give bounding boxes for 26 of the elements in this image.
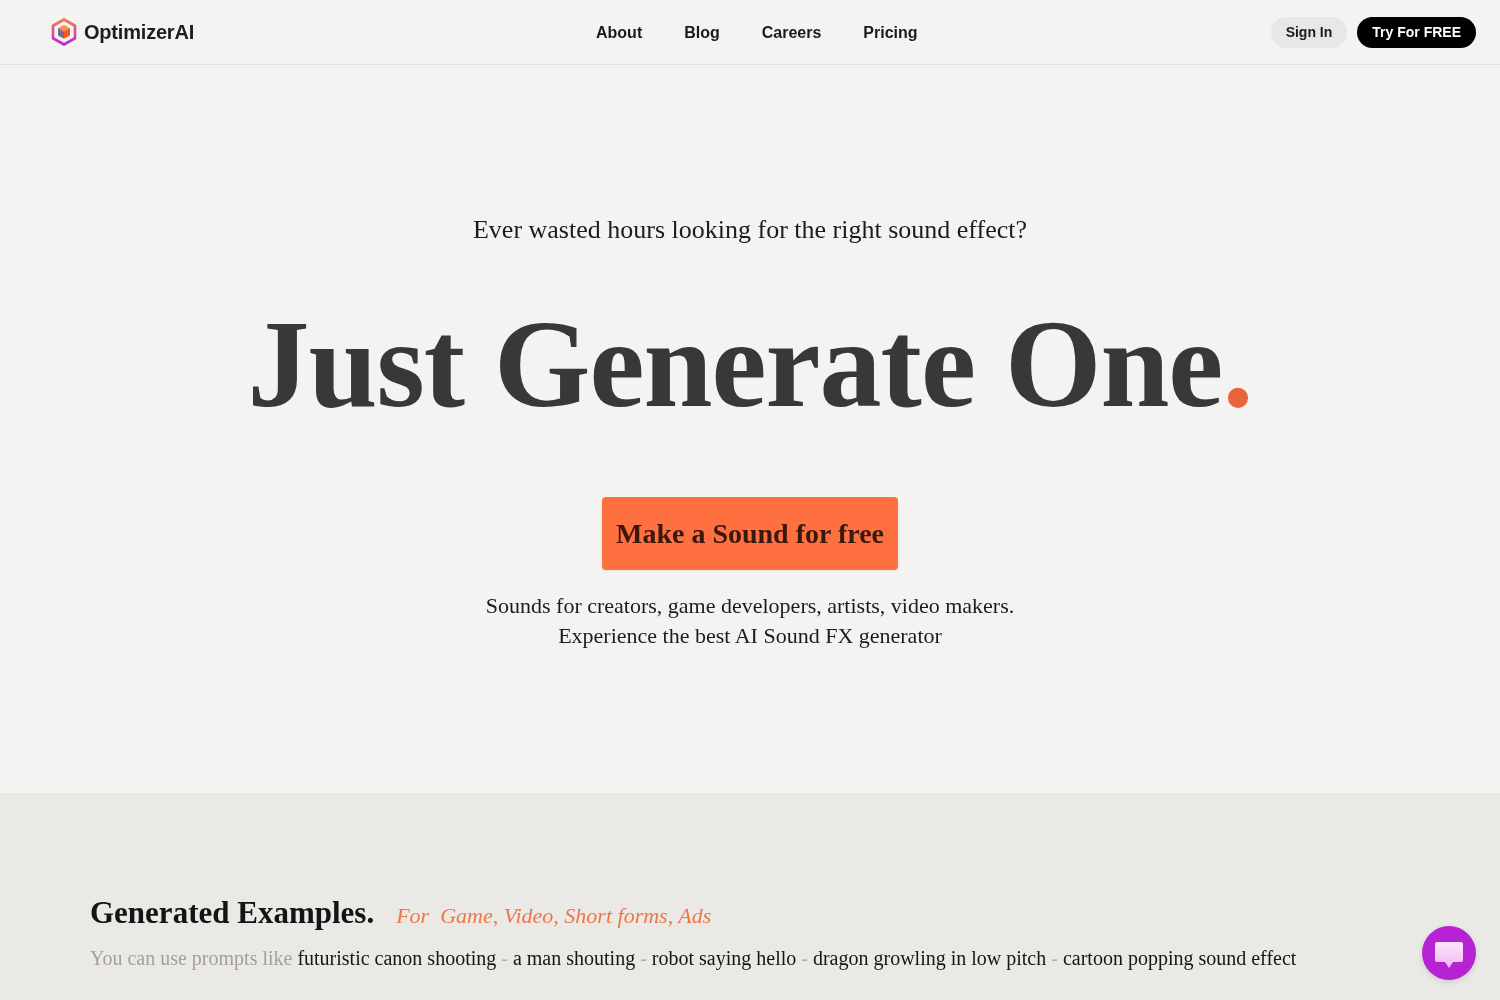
hero-description: Sounds for creators, game developers, artists, video makers. — [485, 592, 1015, 620]
hero-description: Experience the best AI Sound FX generator — [558, 622, 942, 650]
hero-headline: Just Generate One. — [247, 295, 1253, 435]
example-prompt[interactable]: dragon growling in low pitch — [812, 945, 1047, 971]
nav-link[interactable]: Pricing — [863, 23, 918, 42]
section-heading: Generated Examples. — [90, 894, 375, 932]
example-prompt[interactable]: robot saying hello — [651, 945, 797, 971]
hexagon-cube-logo-icon — [51, 18, 77, 46]
separator-dash: - — [640, 946, 647, 971]
nav-link[interactable]: Blog — [684, 23, 720, 42]
example-prompt[interactable]: futuristic canon shooting — [297, 945, 497, 971]
logo-link[interactable]: OptimizerAI — [51, 18, 195, 46]
separator-dash: - — [1051, 946, 1058, 971]
use-cases-text: For Game, Video, Short forms, Ads — [396, 903, 712, 929]
nav-link[interactable]: About — [596, 23, 643, 42]
speech-bubble-icon — [1434, 940, 1464, 969]
sign-in-button[interactable]: Sign In — [1270, 16, 1348, 48]
try-free-button[interactable]: Try For FREE — [1357, 16, 1476, 48]
make-sound-button[interactable]: Make a Sound for free — [602, 497, 898, 570]
example-prompt[interactable]: cartoon popping sound effect — [1062, 945, 1297, 971]
hero-tagline: Ever wasted hours looking for the right sound effect? — [472, 214, 1027, 246]
prompts-intro-text: You can use prompts like — [90, 946, 293, 971]
separator-dash: - — [501, 946, 508, 971]
example-prompt[interactable]: a man shouting — [512, 945, 636, 971]
nav-link[interactable]: Careers — [761, 23, 822, 42]
separator-dash: - — [801, 946, 808, 971]
